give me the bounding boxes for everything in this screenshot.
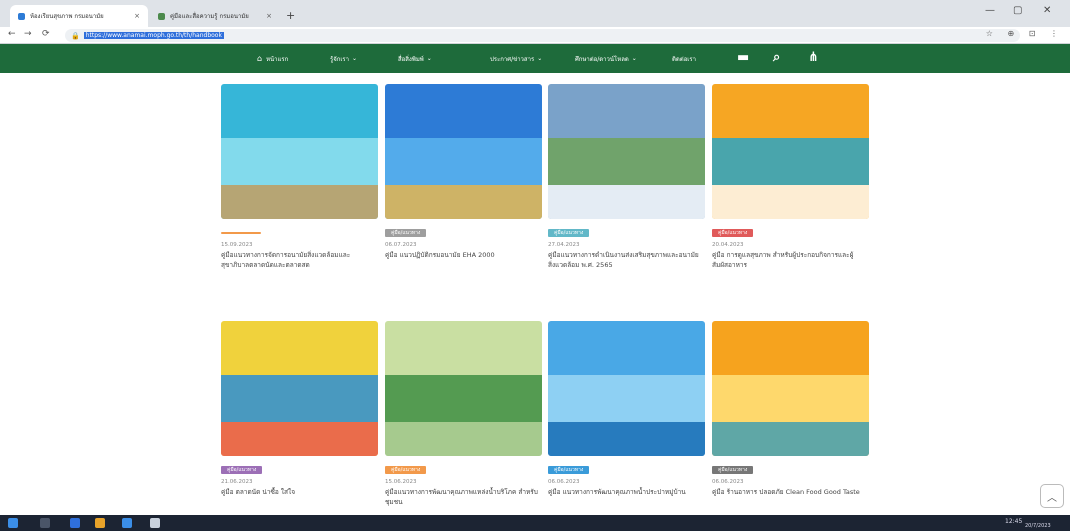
chevron-down-icon: ⌄: [537, 55, 543, 62]
browser-tab[interactable]: คู่มือและสื่อความรู้ กรมอนามัย ×: [150, 5, 280, 27]
scroll-to-top-button[interactable]: ︿: [1040, 484, 1064, 508]
nav-item-label: สื่อสิ่งพิมพ์: [398, 55, 424, 63]
home-icon: ⌂: [257, 54, 263, 63]
category-badge[interactable]: คู่มือ/แนวทาง: [548, 466, 590, 474]
handbook-cover-image[interactable]: [548, 84, 705, 219]
nav-home-label: หน้าแรก: [266, 55, 289, 63]
nav-item-publications[interactable]: สื่อสิ่งพิมพ์ ⌄: [398, 44, 432, 73]
store-icon[interactable]: [150, 518, 160, 528]
clock-date: 20/7/2023: [1025, 523, 1051, 529]
chevron-down-icon: ⌄: [631, 55, 637, 62]
handbook-card[interactable]: คู่มือ/แนวทาง 06.07.2023 คู่มือ แนวปฏิบัติ…: [385, 84, 542, 260]
card-date: 15.06.2023: [385, 479, 417, 485]
handbook-cover-image[interactable]: [712, 321, 869, 456]
card-date: 21.06.2023: [221, 479, 253, 485]
url-input[interactable]: 🔒 https://www.anamai.moph.go.th/th/handb…: [65, 29, 1020, 42]
favicon-icon: [18, 12, 25, 20]
nav-item-label: ประกาศ/ข่าวสาร: [490, 55, 535, 63]
handbook-card[interactable]: คู่มือ/แนวทาง 06.06.2023 คู่มือ แนวทางการพ…: [548, 321, 705, 497]
close-tab-icon[interactable]: ×: [260, 12, 272, 20]
minimize-button[interactable]: —: [985, 5, 995, 16]
new-tab-button[interactable]: +: [286, 9, 295, 22]
category-badge[interactable]: คู่มือ/แนวทาง: [385, 466, 427, 474]
category-badge[interactable]: คู่มือ/แนวทาง: [712, 466, 754, 474]
handbook-card[interactable]: คู่มือ/แนวทาง 15.06.2023 คู่มือแนวทางการพั…: [385, 321, 542, 507]
handbook-cover-image[interactable]: [221, 84, 378, 219]
card-date: 20.04.2023: [712, 242, 744, 248]
edge-icon[interactable]: [70, 518, 80, 528]
handbook-card[interactable]: 15.09.2023 คู่มือแนวทางการจัดการอนามัยสิ่…: [221, 84, 378, 270]
close-window-button[interactable]: ✕: [1043, 5, 1051, 16]
card-title[interactable]: คู่มือแนวทางการจัดการอนามัยสิ่งแวดล้อมแล…: [221, 250, 378, 270]
chevron-down-icon: ⌄: [352, 55, 358, 62]
browser-tab-bar: ห้องเรียนสุขภาพ กรมอนามัย × คู่มือและสื่…: [0, 0, 1070, 27]
browser-toolbar-icons[interactable]: ☆ ⊕ ⊡ ⋮: [986, 29, 1064, 38]
card-title[interactable]: คู่มือ แนวปฏิบัติกรมอนามัย EHA 2000: [385, 250, 542, 260]
menu-icon[interactable]: ▬: [737, 50, 749, 65]
card-title[interactable]: คู่มือแนวทางการพัฒนาคุณภาพแหล่งน้ำบริโภค…: [385, 487, 542, 507]
nav-item-downloads[interactable]: ศึกษาต่อ/ดาวน์โหลด ⌄: [575, 44, 637, 73]
search-icon[interactable]: [40, 518, 50, 528]
category-badge[interactable]: คู่มือ/แนวทาง: [548, 229, 590, 237]
clock-time: 12:45: [1005, 518, 1023, 525]
category-badge[interactable]: [221, 232, 261, 234]
nav-item-news[interactable]: ประกาศ/ข่าวสาร ⌄: [490, 44, 542, 73]
card-title[interactable]: คู่มือ แนวทางการพัฒนาคุณภาพน้ำประปาหมู่บ…: [548, 487, 705, 497]
nav-item-label: ติดต่อเรา: [672, 55, 696, 63]
address-bar: ← → ⟳ 🔒 https://www.anamai.moph.go.th/th…: [0, 27, 1070, 44]
category-badge[interactable]: คู่มือ/แนวทาง: [712, 229, 754, 237]
handbook-cover-image[interactable]: [712, 84, 869, 219]
chevron-down-icon: ⌄: [426, 55, 432, 62]
maximize-button[interactable]: ▢: [1013, 5, 1022, 16]
url-text: https://www.anamai.moph.go.th/th/handboo…: [83, 32, 224, 39]
handbook-card[interactable]: คู่มือ/แนวทาง 21.06.2023 คู่มือ ตลาดนัด น่…: [221, 321, 378, 497]
card-date: 27.04.2023: [548, 242, 580, 248]
close-tab-icon[interactable]: ×: [128, 12, 140, 20]
handbook-card[interactable]: คู่มือ/แนวทาง 06.06.2023 คู่มือ ร้านอาหาร …: [712, 321, 869, 497]
explorer-icon[interactable]: [95, 518, 105, 528]
back-button[interactable]: ←: [8, 29, 16, 39]
card-title[interactable]: คู่มือ ร้านอาหาร ปลอดภัย Clean Food Good…: [712, 487, 869, 497]
card-title[interactable]: คู่มือ ตลาดนัด น่าซื้อ ใส่ใจ: [221, 487, 378, 497]
forward-button[interactable]: →: [24, 29, 32, 39]
start-icon[interactable]: [8, 518, 18, 528]
card-date: 15.09.2023: [221, 242, 253, 248]
mail-icon[interactable]: [122, 518, 132, 528]
card-title[interactable]: คู่มือ การดูแลสุขภาพ สำหรับผู้ประกอบกิจก…: [712, 250, 869, 270]
lock-icon: 🔒: [71, 31, 80, 40]
handbook-cover-image[interactable]: [548, 321, 705, 456]
site-navbar: ⌂ หน้าแรก รู้จักเรา ⌄ สื่อสิ่งพิมพ์ ⌄ ประก…: [0, 44, 1070, 73]
sitemap-icon[interactable]: ⋔: [808, 50, 819, 65]
tab-title: ห้องเรียนสุขภาพ กรมอนามัย: [30, 13, 104, 20]
nav-item-contact[interactable]: ติดต่อเรา: [672, 44, 696, 73]
nav-item-about[interactable]: รู้จักเรา ⌄: [330, 44, 357, 73]
search-icon[interactable]: ⌕: [773, 50, 780, 65]
handbook-cover-image[interactable]: [385, 321, 542, 456]
category-badge[interactable]: คู่มือ/แนวทาง: [385, 229, 427, 237]
card-date: 06.06.2023: [548, 479, 580, 485]
card-date: 06.07.2023: [385, 242, 417, 248]
reload-button[interactable]: ⟳: [42, 29, 50, 39]
nav-item-label: รู้จักเรา: [330, 55, 350, 63]
card-title[interactable]: คู่มือแนวทางการดำเนินงานส่งเสริมสุขภาพแล…: [548, 250, 705, 270]
handbook-cover-image[interactable]: [385, 84, 542, 219]
favicon-icon: [158, 12, 165, 20]
category-badge[interactable]: คู่มือ/แนวทาง: [221, 466, 263, 474]
browser-tab-active[interactable]: ห้องเรียนสุขภาพ กรมอนามัย ×: [10, 5, 148, 27]
nav-item-label: ศึกษาต่อ/ดาวน์โหลด: [575, 55, 629, 63]
tab-title: คู่มือและสื่อความรู้ กรมอนามัย: [170, 13, 249, 20]
nav-home[interactable]: ⌂ หน้าแรก: [257, 44, 288, 73]
card-date: 06.06.2023: [712, 479, 744, 485]
handbook-card[interactable]: คู่มือ/แนวทาง 27.04.2023 คู่มือแนวทางการดำ…: [548, 84, 705, 270]
os-taskbar: 12:45 20/7/2023: [0, 515, 1070, 531]
handbook-cover-image[interactable]: [221, 321, 378, 456]
handbook-card[interactable]: คู่มือ/แนวทาง 20.04.2023 คู่มือ การดูแลสุข…: [712, 84, 869, 270]
